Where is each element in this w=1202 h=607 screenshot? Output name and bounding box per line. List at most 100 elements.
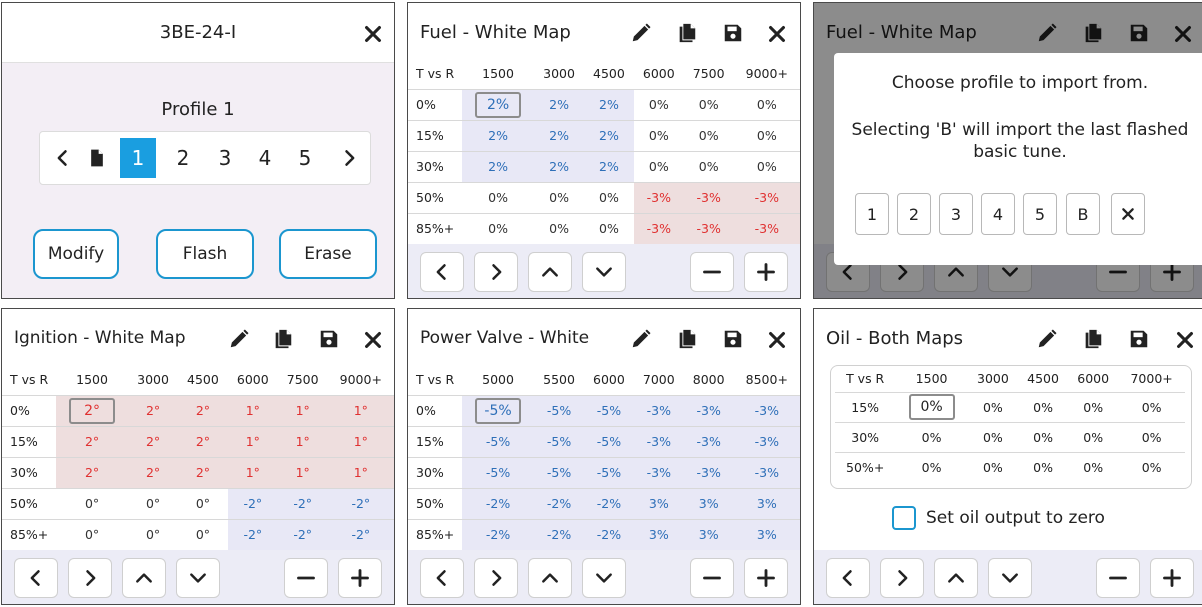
map-cell[interactable]: 2% [584, 88, 634, 120]
map-cell[interactable]: -3% [633, 212, 684, 244]
map-cell[interactable]: -2° [277, 518, 328, 550]
map-cell[interactable]: -2° [327, 487, 394, 519]
map-cell[interactable]: 0% [584, 212, 634, 244]
map-cell[interactable]: 0% [534, 212, 584, 244]
map-cell[interactable]: 0% [733, 88, 800, 120]
map-cell[interactable]: 2° [178, 456, 228, 488]
map-cell[interactable]: -2° [227, 518, 278, 550]
map-cell[interactable]: 0° [178, 518, 228, 550]
map-cell[interactable]: 0% [584, 181, 634, 213]
map-cell[interactable]: 0% [895, 451, 968, 482]
map-cell[interactable]: -2° [227, 487, 278, 519]
map-cell[interactable]: 2° [128, 456, 178, 488]
map-cell[interactable]: -5% [584, 425, 634, 457]
pencil-icon[interactable] [630, 328, 652, 350]
map-cell[interactable]: 0% [733, 119, 800, 151]
map-cell[interactable]: 3% [733, 487, 800, 519]
map-cell[interactable]: 3% [683, 487, 734, 519]
map-cell[interactable]: 2% [534, 119, 584, 151]
map-cell[interactable]: -2% [534, 518, 584, 550]
map-cell[interactable]: 0% [895, 421, 968, 452]
map-cell[interactable]: -3% [633, 181, 684, 213]
map-cell[interactable]: -5% [534, 425, 584, 457]
map-cell[interactable]: 0% [1017, 421, 1069, 452]
map-cell[interactable]: -5% [584, 456, 634, 488]
map-cell[interactable]: -3% [633, 456, 684, 488]
map-cell[interactable]: -3% [733, 456, 800, 488]
chevron-up-button[interactable] [528, 558, 572, 598]
map-cell[interactable]: -3% [683, 456, 734, 488]
import-option-1[interactable]: 1 [855, 193, 889, 235]
map-cell[interactable]: 0° [128, 518, 178, 550]
map-cell[interactable]: 1° [277, 456, 328, 488]
chevron-right-button[interactable] [474, 558, 518, 598]
chevron-down-button[interactable] [582, 558, 626, 598]
chevron-left-button[interactable] [14, 558, 58, 598]
pencil-icon[interactable] [630, 22, 652, 44]
zero-oil-checkbox[interactable] [892, 506, 916, 530]
save-icon[interactable] [722, 328, 744, 350]
map-cell[interactable]: 0% [967, 451, 1018, 482]
profile-option-4[interactable]: 4 [250, 138, 280, 178]
chevron-right-button[interactable] [474, 252, 518, 292]
flash-button[interactable]: Flash [156, 229, 254, 279]
profile-option-1[interactable]: 1 [120, 138, 156, 178]
map-cell[interactable]: 2% [534, 88, 584, 120]
map-cell[interactable]: 0% [462, 181, 535, 213]
map-cell[interactable]: 0% [633, 150, 684, 182]
file-icon[interactable] [82, 138, 112, 178]
map-cell[interactable]: -5% [534, 456, 584, 488]
import-option-2[interactable]: 2 [897, 193, 931, 235]
save-icon[interactable] [722, 22, 744, 44]
minus-button[interactable] [1096, 558, 1140, 598]
map-cell[interactable]: -3% [733, 212, 800, 244]
chevron-left-icon[interactable] [48, 138, 78, 178]
map-cell[interactable]: -5% [584, 394, 634, 426]
map-cell[interactable]: -3% [683, 394, 734, 426]
map-cell[interactable]: 0° [128, 487, 178, 519]
close-icon[interactable] [766, 23, 788, 45]
chevron-left-button[interactable] [826, 558, 870, 598]
map-cell[interactable]: 0% [1118, 421, 1185, 452]
minus-button[interactable] [284, 558, 328, 598]
profile-option-3[interactable]: 3 [210, 138, 240, 178]
plus-button[interactable] [1150, 558, 1194, 598]
close-icon[interactable] [766, 329, 788, 351]
map-cell[interactable]: -2° [277, 487, 328, 519]
map-cell[interactable]: -2% [462, 518, 535, 550]
map-cell[interactable]: 2° [56, 394, 129, 426]
copy-icon[interactable] [1082, 328, 1104, 350]
map-cell[interactable]: 1° [227, 394, 278, 426]
import-option-b[interactable]: B [1066, 193, 1100, 235]
chevron-right-icon[interactable] [334, 138, 364, 178]
minus-button[interactable] [690, 252, 734, 292]
map-cell[interactable]: -2% [584, 487, 634, 519]
map-cell[interactable]: 0% [1068, 451, 1119, 482]
map-cell[interactable]: -5% [534, 394, 584, 426]
map-cell[interactable]: 2% [462, 150, 535, 182]
map-cell[interactable]: 0° [56, 518, 129, 550]
plus-button[interactable] [338, 558, 382, 598]
map-cell[interactable]: 1° [227, 425, 278, 457]
map-cell[interactable]: 2% [534, 150, 584, 182]
map-cell[interactable]: -2% [534, 487, 584, 519]
dialog-close-button[interactable] [1111, 193, 1145, 235]
map-cell[interactable]: 0% [683, 119, 734, 151]
profile-option-2[interactable]: 2 [168, 138, 198, 178]
import-option-3[interactable]: 3 [939, 193, 973, 235]
map-cell[interactable]: 2% [584, 150, 634, 182]
chevron-up-button[interactable] [528, 252, 572, 292]
map-cell[interactable]: 0% [534, 181, 584, 213]
map-cell[interactable]: -3% [683, 425, 734, 457]
chevron-left-button[interactable] [420, 558, 464, 598]
map-cell[interactable]: 0% [895, 391, 968, 422]
import-option-5[interactable]: 5 [1023, 193, 1057, 235]
map-cell[interactable]: 0° [56, 487, 129, 519]
chevron-right-button[interactable] [880, 558, 924, 598]
map-cell[interactable]: -3% [733, 181, 800, 213]
zero-oil-checkbox-row[interactable]: Set oil output to zero [892, 505, 1105, 531]
erase-button[interactable]: Erase [279, 229, 377, 279]
map-cell[interactable]: 1° [327, 425, 394, 457]
map-cell[interactable]: 0% [1118, 451, 1185, 482]
map-cell[interactable]: -5% [462, 425, 535, 457]
